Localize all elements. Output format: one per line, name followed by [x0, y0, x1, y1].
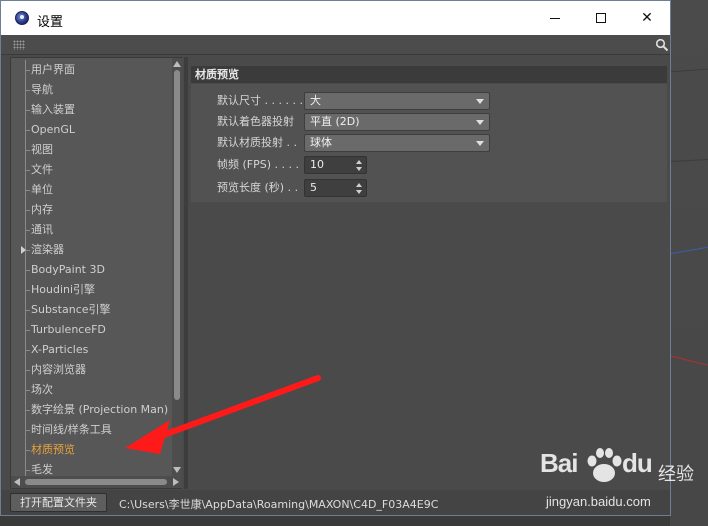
sidebar-item-renderer[interactable]: 渲染器 — [11, 240, 171, 260]
maximize-button[interactable] — [578, 1, 624, 35]
preview-length-input[interactable]: 5 — [304, 179, 367, 197]
sidebar-item-label: BodyPaint 3D — [31, 263, 105, 276]
decrement-arrow-icon[interactable] — [356, 167, 362, 171]
default-size-label: 默认尺寸 . . . . . . — [217, 94, 303, 107]
watermark-brand: Bai — [540, 448, 578, 478]
sidebar-item-label: 内容浏览器 — [31, 363, 86, 376]
viewport-axis-line — [670, 355, 708, 366]
sidebar-item-label: 内存 — [31, 203, 53, 216]
dropdown-value: 平直 (2D) — [310, 115, 360, 128]
sidebar-item-label: TurbulenceFD — [31, 323, 106, 336]
close-button[interactable]: ✕ — [624, 1, 670, 35]
scroll-thumb[interactable] — [174, 70, 180, 400]
minimize-icon — [550, 17, 560, 19]
sidebar-item-label: 输入装置 — [31, 103, 75, 116]
scroll-thumb[interactable] — [25, 479, 167, 485]
sidebar-item-view[interactable]: 视图 — [11, 140, 171, 160]
scroll-right-arrow-icon[interactable] — [173, 478, 179, 486]
dropdown-value: 大 — [310, 94, 321, 107]
viewport-grid-line — [669, 159, 708, 162]
baidu-jingyan-watermark: Bai du 经验 jingyan.baidu.com — [540, 446, 700, 522]
viewport-axis-line — [670, 246, 708, 255]
sidebar-item-label: Houdini引擎 — [31, 283, 96, 296]
open-config-folder-button[interactable]: 打开配置文件夹 — [10, 493, 107, 512]
sidebar-item-label: 用户界面 — [31, 63, 75, 76]
sidebar-item-units[interactable]: 单位 — [11, 180, 171, 200]
default-size-dropdown[interactable]: 大 — [304, 92, 490, 110]
sidebar-item-user-interface[interactable]: 用户界面 — [11, 60, 171, 80]
preview-length-label: 预览长度 (秒) . . — [217, 181, 299, 194]
spinner-value: 10 — [310, 158, 324, 171]
chevron-down-icon — [476, 120, 484, 125]
maximize-icon — [596, 13, 606, 23]
default-material-projection-label: 默认材质投射 . . — [217, 136, 297, 149]
sidebar-item-label: 导航 — [31, 83, 53, 96]
frame-rate-input[interactable]: 10 — [304, 156, 367, 174]
window-title: 设置 — [37, 15, 64, 30]
sidebar-item-bodypaint[interactable]: BodyPaint 3D — [11, 260, 171, 280]
watermark-brand-cn: 经验 — [658, 464, 694, 485]
search-icon[interactable] — [655, 38, 669, 52]
minimize-button[interactable] — [532, 1, 578, 35]
increment-arrow-icon[interactable] — [356, 183, 362, 187]
sidebar-item-label: Substance引擎 — [31, 303, 111, 316]
sidebar-item-label: 场次 — [31, 383, 53, 396]
viewport-grid-line — [670, 68, 708, 73]
spinner-value: 5 — [310, 181, 317, 194]
material-preview-settings: 默认尺寸 . . . . . . 大 默认着色器投射 平直 (2D) 默认材质投… — [191, 84, 667, 202]
default-shader-projection-label: 默认着色器投射 — [217, 115, 294, 128]
sidebar-horizontal-scrollbar[interactable] — [11, 476, 182, 488]
default-material-projection-dropdown[interactable]: 球体 — [304, 134, 490, 152]
cinema4d-app-icon — [15, 11, 29, 25]
sidebar-item-label: OpenGL — [31, 123, 76, 136]
sidebar-item-label: 材质预览 — [31, 443, 75, 456]
grip-icon[interactable] — [13, 40, 25, 50]
baidu-paw-logo-icon — [587, 448, 622, 482]
toolbar — [1, 35, 670, 55]
config-path: C:\Users\李世康\AppData\Roaming\MAXON\C4D_F… — [119, 498, 439, 511]
sidebar-item-opengl[interactable]: OpenGL — [11, 120, 171, 140]
increment-arrow-icon[interactable] — [356, 160, 362, 164]
default-shader-projection-dropdown[interactable]: 平直 (2D) — [304, 113, 490, 131]
expand-arrow-icon[interactable] — [21, 246, 26, 254]
frame-rate-label: 帧频 (FPS) . . . . — [217, 158, 299, 171]
dropdown-value: 球体 — [310, 136, 332, 149]
sidebar-item-label: 文件 — [31, 163, 53, 176]
scroll-down-arrow-icon[interactable] — [173, 467, 181, 473]
sidebar-item-input-devices[interactable]: 输入装置 — [11, 100, 171, 120]
annotation-arrow — [125, 375, 321, 454]
sidebar-item-label: 时间线/样条工具 — [31, 423, 112, 436]
sidebar-item-turbulencefd[interactable]: TurbulenceFD — [11, 320, 171, 340]
scroll-up-arrow-icon[interactable] — [173, 61, 181, 67]
title-bar: 设置 ✕ — [1, 1, 670, 35]
sidebar-item-label: 视图 — [31, 143, 53, 156]
decrement-arrow-icon[interactable] — [356, 190, 362, 194]
sidebar-item-navigation[interactable]: 导航 — [11, 80, 171, 100]
section-title: 材质预览 — [191, 66, 667, 83]
scroll-left-arrow-icon[interactable] — [14, 478, 20, 486]
sidebar-item-label: 渲染器 — [31, 243, 64, 256]
sidebar-item-files[interactable]: 文件 — [11, 160, 171, 180]
sidebar-item-communication[interactable]: 通讯 — [11, 220, 171, 240]
chevron-down-icon — [476, 141, 484, 146]
sidebar-item-houdini[interactable]: Houdini引擎 — [11, 280, 171, 300]
sidebar-item-substance[interactable]: Substance引擎 — [11, 300, 171, 320]
chevron-down-icon — [476, 99, 484, 104]
watermark-url: jingyan.baidu.com — [546, 494, 651, 509]
settings-window: 设置 ✕ 用户界面 导航 输入装置 OpenGL 视图 文件 单位 内存 通讯 … — [0, 0, 671, 516]
sidebar-item-label: 通讯 — [31, 223, 53, 236]
sidebar-item-x-particles[interactable]: X-Particles — [11, 340, 171, 360]
sidebar-item-label: X-Particles — [31, 343, 89, 356]
sidebar-item-label: 毛发 — [31, 463, 53, 476]
sidebar-item-memory[interactable]: 内存 — [11, 200, 171, 220]
watermark-brand-suffix: du — [622, 448, 653, 478]
sidebar-item-label: 单位 — [31, 183, 53, 196]
close-icon: ✕ — [641, 10, 653, 26]
